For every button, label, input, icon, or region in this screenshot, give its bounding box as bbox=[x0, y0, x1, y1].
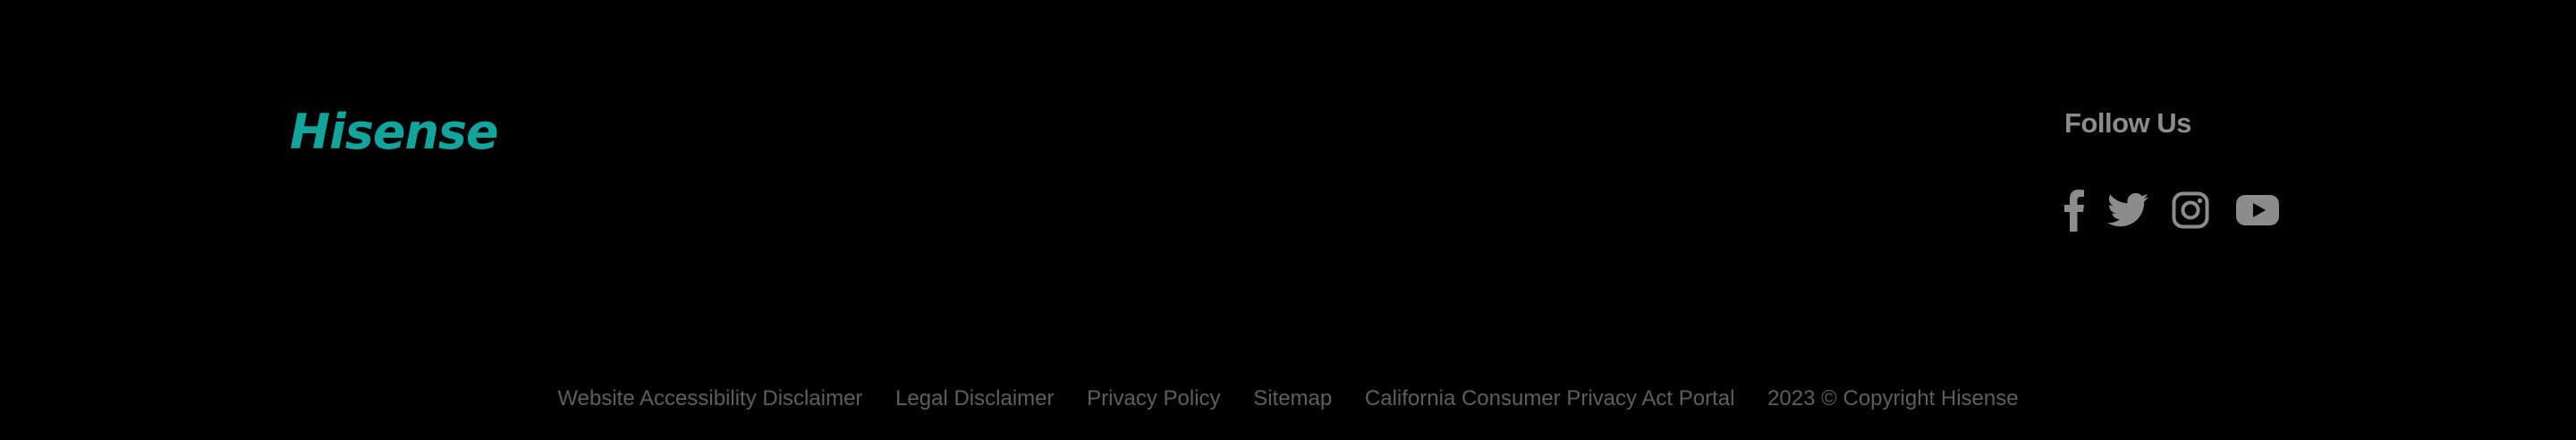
instagram-icon bbox=[2172, 191, 2209, 229]
legal-links-bar: Website Accessibility Disclaimer Legal D… bbox=[0, 381, 2576, 417]
hisense-logo[interactable]: Hisense bbox=[290, 106, 499, 159]
ccpa-portal-link[interactable]: California Consumer Privacy Act Portal bbox=[1365, 386, 1734, 410]
youtube-icon bbox=[2236, 195, 2279, 225]
follow-us-section: Follow Us bbox=[2064, 106, 2279, 232]
instagram-link[interactable] bbox=[2172, 191, 2209, 229]
website-accessibility-disclaimer-link[interactable]: Website Accessibility Disclaimer bbox=[557, 386, 862, 410]
facebook-link[interactable] bbox=[2064, 189, 2084, 232]
copyright-text: 2023 © Copyright Hisense bbox=[1767, 386, 2019, 410]
twitter-link[interactable] bbox=[2107, 192, 2148, 228]
sitemap-link[interactable]: Sitemap bbox=[1253, 386, 1332, 410]
twitter-icon bbox=[2107, 192, 2148, 227]
legal-disclaimer-link[interactable]: Legal Disclaimer bbox=[895, 386, 1054, 410]
privacy-policy-link[interactable]: Privacy Policy bbox=[1087, 386, 1220, 410]
facebook-icon bbox=[2064, 190, 2084, 232]
site-footer: Hisense Follow Us Website Accessibility … bbox=[0, 0, 2576, 440]
social-links bbox=[2064, 188, 2279, 233]
follow-us-heading: Follow Us bbox=[2064, 107, 2191, 139]
youtube-link[interactable] bbox=[2236, 195, 2279, 225]
